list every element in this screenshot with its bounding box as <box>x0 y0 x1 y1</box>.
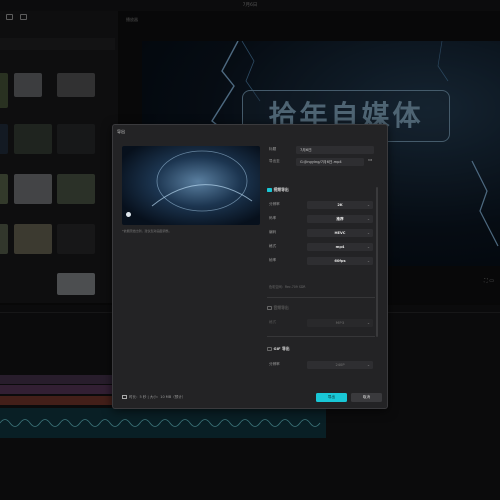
setting-select[interactable]: 2K ⌄ <box>307 201 373 209</box>
edit-cover-button[interactable] <box>126 212 131 217</box>
title-label: 标题 <box>269 147 277 151</box>
chevron-down-icon: ⌄ <box>366 203 370 207</box>
gif-resolution-select[interactable]: 240P ⌄ <box>307 361 373 369</box>
export-preview <box>122 146 260 225</box>
video-setting-row: 分辨率 2K ⌄ <box>267 201 377 210</box>
setting-label: 格式 <box>269 244 277 248</box>
video-export-section[interactable]: 视频导出 <box>267 187 289 193</box>
setting-label: 分辨率 <box>269 202 280 206</box>
audio-export-section[interactable]: 音频导出 <box>267 305 289 311</box>
chevron-down-icon: ⌄ <box>366 321 370 325</box>
setting-select[interactable]: HEVC ⌄ <box>307 229 373 237</box>
chevron-down-icon: ⌄ <box>366 231 370 235</box>
video-setting-row: 格式 mp4 ⌄ <box>267 243 377 252</box>
audio-export-checkbox[interactable] <box>267 305 272 311</box>
divider <box>267 297 375 298</box>
path-input[interactable]: G:/Jingying/7月6日.mp4 <box>296 158 364 166</box>
video-setting-row: 帧率 60fps ⌄ <box>267 257 377 266</box>
export-button[interactable]: 导出 <box>316 393 347 402</box>
dialog-title: 导出 <box>117 129 125 134</box>
gif-resolution-row: 分辨率 240P ⌄ <box>267 361 377 370</box>
path-label: 导出至 <box>269 159 280 163</box>
cancel-button[interactable]: 取消 <box>351 393 382 402</box>
folder-icon[interactable]: ▭ <box>368 158 372 163</box>
setting-value: 60fps <box>334 259 346 263</box>
gif-resolution-label: 分辨率 <box>269 362 280 366</box>
export-dialog: 导出 *依据原始比例，建议您对画面调整。 标题 7月6日 导出至 G:/Jing… <box>112 124 388 409</box>
path-row: 导出至 G:/Jingying/7月6日.mp4 ▭ <box>267 158 377 167</box>
setting-label: 帧率 <box>269 258 277 262</box>
setting-label: 编码 <box>269 230 277 234</box>
video-setting-row: 编码 HEVC ⌄ <box>267 229 377 238</box>
video-setting-row: 码率 推荐 ⌄ <box>267 215 377 224</box>
setting-value: 2K <box>337 203 343 207</box>
title-input[interactable]: 7月6日 <box>296 146 374 154</box>
title-row: 标题 7月6日 <box>267 146 377 155</box>
chevron-down-icon: ⌄ <box>366 217 370 221</box>
chevron-down-icon: ⌄ <box>366 363 370 367</box>
color-space-text: 色彩空间：Rec.709 SDR <box>269 285 306 289</box>
audio-format-label: 格式 <box>269 320 277 324</box>
settings-scrollbar[interactable] <box>376 187 378 337</box>
preview-tip: *依据原始比例，建议您对画面调整。 <box>122 229 172 233</box>
setting-label: 码率 <box>269 216 277 220</box>
setting-value: mp4 <box>335 245 345 249</box>
setting-select[interactable]: mp4 ⌄ <box>307 243 373 251</box>
setting-value: 推荐 <box>336 217 344 221</box>
chevron-down-icon: ⌄ <box>366 245 370 249</box>
gif-export-section[interactable]: GIF 导出 <box>267 346 290 352</box>
audio-format-select[interactable]: MP3 ⌄ <box>307 319 373 327</box>
dialog-footer: 时长：5 秒 | 大小：10 MB（预计） 导出 取消 <box>113 388 389 410</box>
gif-export-checkbox[interactable] <box>267 346 272 352</box>
chevron-down-icon: ⌄ <box>366 259 370 263</box>
export-settings: 标题 7月6日 导出至 G:/Jingying/7月6日.mp4 ▭ 视频导出 … <box>267 144 385 389</box>
divider <box>267 336 375 337</box>
setting-select[interactable]: 60fps ⌄ <box>307 257 373 265</box>
video-export-checkbox[interactable] <box>267 187 272 193</box>
film-icon <box>122 395 127 399</box>
setting-select[interactable]: 推荐 ⌄ <box>307 215 373 223</box>
setting-value: HEVC <box>334 231 346 235</box>
preview-image <box>151 150 253 212</box>
export-info: 时长：5 秒 | 大小：10 MB（预计） <box>122 395 185 400</box>
audio-format-row: 格式 MP3 ⌄ <box>267 319 377 328</box>
